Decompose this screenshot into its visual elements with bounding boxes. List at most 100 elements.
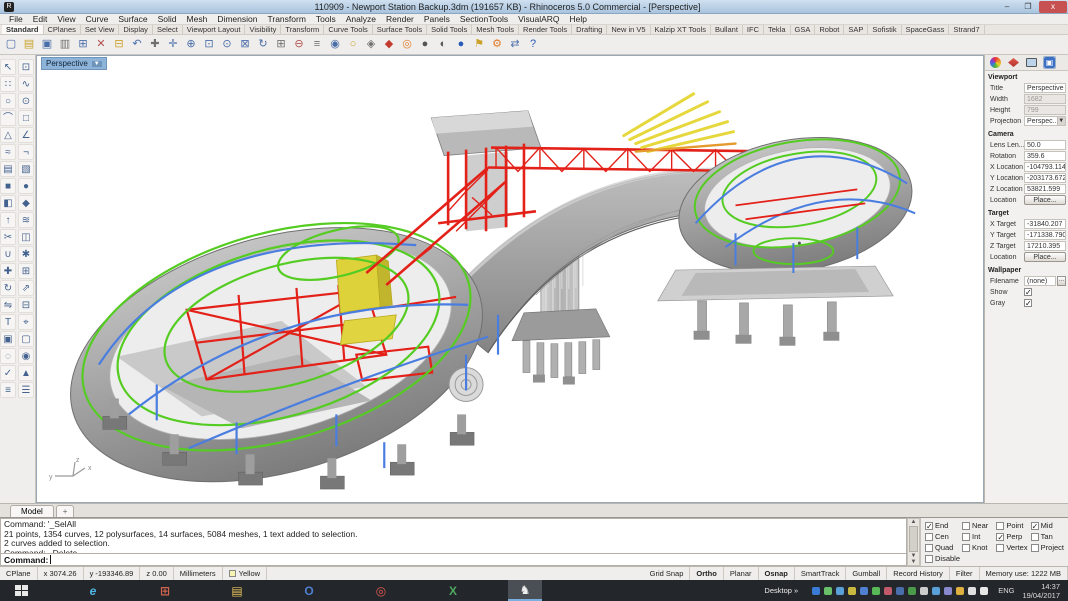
group-icon[interactable]: ▣ <box>0 331 16 347</box>
toolbar-tab-display[interactable]: Display <box>119 25 153 34</box>
selection-filter-icon[interactable]: ⊡ <box>18 59 34 75</box>
graphics-tray-icon[interactable] <box>824 587 832 595</box>
save-icon[interactable]: ▣ <box>39 37 55 53</box>
osnap-checkbox-cen[interactable] <box>925 533 933 541</box>
circle-icon[interactable]: ○ <box>0 93 16 109</box>
checkbox-gray[interactable]: ✓ <box>1024 299 1032 307</box>
property-value[interactable]: 359.6 <box>1024 151 1066 161</box>
help-icon[interactable]: ? <box>525 37 541 53</box>
osnap-checkbox-project[interactable] <box>1031 544 1039 552</box>
model-tab[interactable]: Model <box>10 505 54 517</box>
toolbar-tab-kalzip-xt-tools[interactable]: Kalzip XT Tools <box>651 25 711 34</box>
storage-tray-icon[interactable] <box>908 587 916 595</box>
menu-surface[interactable]: Surface <box>113 14 152 24</box>
toolbar-tab-spacegass[interactable]: SpaceGass <box>902 25 950 34</box>
add-layout-tab-button[interactable]: + <box>56 505 75 517</box>
menu-tools[interactable]: Tools <box>311 14 341 24</box>
check-icon[interactable]: ✓ <box>0 365 16 381</box>
options-gear-icon[interactable]: ⚙ <box>489 37 505 53</box>
toolbar-tab-new-in-v5[interactable]: New in V5 <box>607 25 650 34</box>
mail-tray-icon[interactable] <box>860 587 868 595</box>
filename-value[interactable]: (none) <box>1024 276 1056 286</box>
hide-object-icon[interactable]: ◌ <box>0 348 16 364</box>
defender-tray-icon[interactable] <box>884 587 892 595</box>
layers-icon[interactable]: ≡ <box>0 382 16 398</box>
toolbar-tab-drafting[interactable]: Drafting <box>572 25 607 34</box>
place-button[interactable]: Place... <box>1024 252 1066 262</box>
flag-icon[interactable]: ⚑ <box>471 37 487 53</box>
help-tab-icon[interactable]: ▣ <box>1043 56 1056 69</box>
scrollbar-thumb[interactable] <box>909 526 918 552</box>
viewport-tab-dropdown-icon[interactable]: ▼ <box>92 61 102 67</box>
new-file-icon[interactable]: ▢ <box>3 37 19 53</box>
onedrive-tray-icon[interactable] <box>836 587 844 595</box>
menu-dimension[interactable]: Dimension <box>212 14 262 24</box>
menu-render[interactable]: Render <box>381 14 419 24</box>
menu-view[interactable]: View <box>52 14 80 24</box>
show-object-icon[interactable]: ◉ <box>18 348 34 364</box>
ungroup-icon[interactable]: ▢ <box>18 331 34 347</box>
move-object-icon[interactable]: ✚ <box>0 263 16 279</box>
teams-tray-icon[interactable] <box>896 587 904 595</box>
chevron-icon[interactable]: » <box>794 586 798 595</box>
toolbar-tab-select[interactable]: Select <box>153 25 183 34</box>
scroll-down-icon-2[interactable]: ▼ <box>911 559 917 565</box>
projection-dropdown[interactable]: Perspec...▼ <box>1024 116 1066 126</box>
vpn-tray-icon[interactable] <box>848 587 856 595</box>
undo-icon[interactable]: ↶ <box>129 37 145 53</box>
command-scrollbar[interactable]: ▲ ▼ ▼ <box>907 518 920 566</box>
place-button[interactable]: Place... <box>1024 195 1066 205</box>
link-icon[interactable]: ⇄ <box>507 37 523 53</box>
mouse-tray-icon[interactable] <box>920 587 928 595</box>
pan-icon[interactable]: ✚ <box>147 37 163 53</box>
osnap-checkbox-vertex[interactable] <box>996 544 1004 552</box>
chrome-icon[interactable]: ◎ <box>364 580 398 601</box>
ellipse-icon[interactable]: ⊙ <box>18 93 34 109</box>
checkbox-show[interactable]: ✓ <box>1024 288 1032 296</box>
toolbar-tab-visibility[interactable]: Visibility <box>245 25 281 34</box>
status-cplane[interactable]: CPlane <box>0 567 38 580</box>
sphere-icon[interactable]: ● <box>18 178 34 194</box>
taskbar-clock[interactable]: 14:37 19/04/2017 <box>1018 582 1068 600</box>
zoom-dynamic-icon[interactable]: ⊙ <box>219 37 235 53</box>
rotate-view-icon[interactable]: ↻ <box>255 37 271 53</box>
move-icon[interactable]: ✛ <box>165 37 181 53</box>
surface-icon[interactable]: ▤ <box>0 161 16 177</box>
shaded-view-icon[interactable]: ● <box>417 37 433 53</box>
language-indicator[interactable]: ENG <box>994 586 1018 595</box>
split-icon[interactable]: ◫ <box>18 229 34 245</box>
menu-sectiontools[interactable]: SectionTools <box>455 14 513 24</box>
toolbar-tab-cplanes[interactable]: CPlanes <box>44 25 81 34</box>
osnap-checkbox-tan[interactable] <box>1031 533 1039 541</box>
properties-icon[interactable]: ☰ <box>18 382 34 398</box>
toolbar-tab-transform[interactable]: Transform <box>281 25 324 34</box>
properties-tab-icon[interactable] <box>989 56 1002 69</box>
render-icon[interactable]: ◆ <box>381 37 397 53</box>
cut-icon[interactable]: ✕ <box>93 37 109 53</box>
property-value[interactable]: -171338.790 <box>1024 230 1066 240</box>
menu-solid[interactable]: Solid <box>153 14 182 24</box>
photos-tray-icon[interactable] <box>956 587 964 595</box>
flag-tray-icon[interactable] <box>980 587 988 595</box>
explode-icon[interactable]: ✱ <box>18 246 34 262</box>
bluetooth-tray-icon[interactable] <box>812 587 820 595</box>
grid-icon[interactable]: ⊞ <box>273 37 289 53</box>
tiles-app-icon[interactable]: ⊞ <box>148 580 182 601</box>
toolbar-tab-viewport-layout[interactable]: Viewport Layout <box>183 25 246 34</box>
status-memory[interactable]: Memory use: 1222 MB <box>980 567 1068 580</box>
open-file-icon[interactable]: ▤ <box>21 37 37 53</box>
ghosted-view-icon[interactable]: ◐ <box>435 37 451 53</box>
internet-explorer-icon[interactable]: e <box>76 580 110 601</box>
lamp-icon[interactable]: ○ <box>345 37 361 53</box>
menu-help[interactable]: Help <box>565 14 592 24</box>
scale-icon[interactable]: ⇗ <box>18 280 34 296</box>
maximize-button[interactable]: ❐ <box>1018 1 1038 13</box>
status-x[interactable]: x 3074.26 <box>38 567 84 580</box>
status-y[interactable]: y -193346.89 <box>84 567 141 580</box>
osnap-checkbox-disable[interactable] <box>925 555 933 563</box>
toolbar-tab-set-view[interactable]: Set View <box>81 25 119 34</box>
command-input[interactable]: Command: <box>0 554 907 566</box>
print-icon[interactable]: ▥ <box>57 37 73 53</box>
toolbar-tab-strand7[interactable]: Strand7 <box>949 25 984 34</box>
analyze-icon[interactable]: ▲ <box>18 365 34 381</box>
